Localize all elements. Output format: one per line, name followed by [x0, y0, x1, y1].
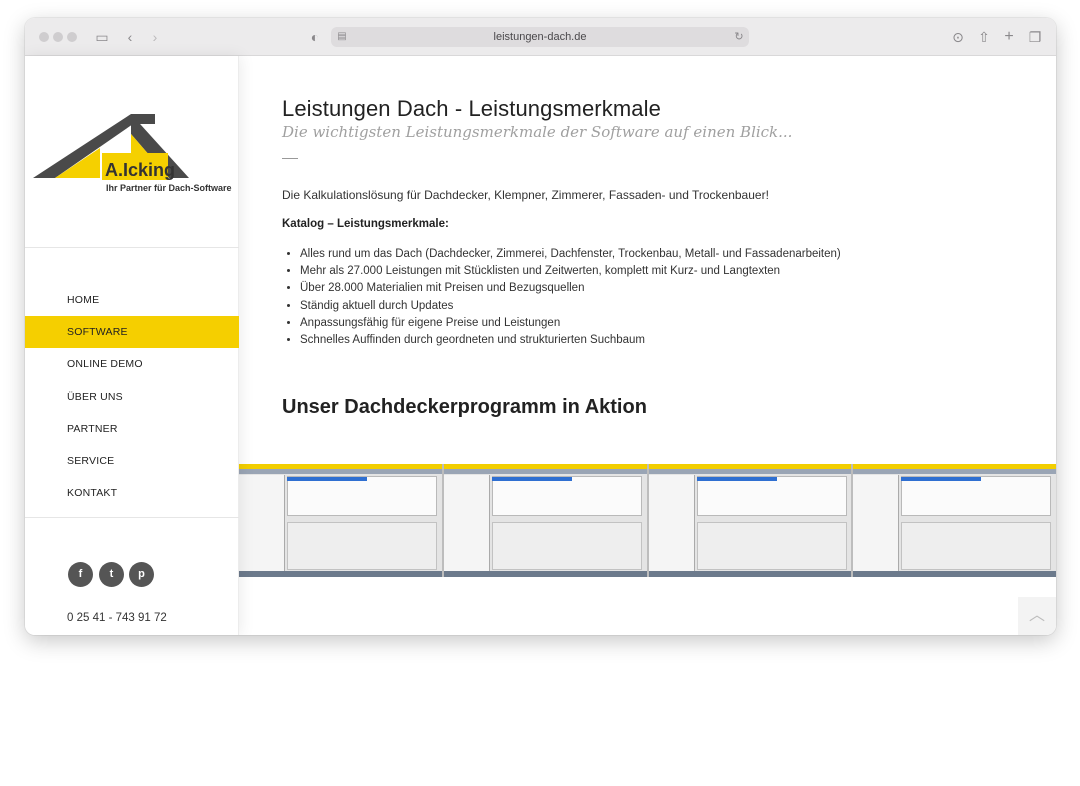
chevron-up-icon: ︿: [1028, 607, 1045, 624]
software-screenshot[interactable]: [443, 464, 649, 577]
close-window-button[interactable]: [39, 32, 49, 42]
nav-item-ueber-uns[interactable]: ÜBER UNS: [25, 381, 239, 413]
nav-item-home[interactable]: HOME: [25, 284, 239, 316]
privacy-shield-icon[interactable]: ◐: [307, 29, 323, 45]
sidebar-toggle-icon[interactable]: ▭: [94, 29, 110, 45]
nav-item-service[interactable]: SERVICE: [25, 445, 239, 477]
title-divider: [282, 158, 298, 159]
reload-icon[interactable]: ↻: [731, 29, 747, 45]
nav-item-kontakt[interactable]: KONTAKT: [25, 477, 239, 509]
nav-item-partner[interactable]: PARTNER: [25, 413, 239, 445]
browser-window: ▭ ‹ › ◐ ▤ leistungen-dach.de ↻ ⊙ ⇧ + ❐ A…: [25, 18, 1056, 635]
software-screenshot[interactable]: [239, 464, 444, 577]
company-logo[interactable]: A.Icking Ihr Partner für Dach-Software: [25, 56, 239, 248]
software-screenshot[interactable]: [853, 464, 1056, 577]
logo-tagline-text: Ihr Partner für Dach-Software: [106, 183, 232, 193]
nav-item-online-demo[interactable]: ONLINE DEMO: [25, 348, 239, 380]
download-icon[interactable]: ⊙: [950, 29, 966, 45]
software-screenshot[interactable]: [648, 464, 854, 577]
list-item: Ständig aktuell durch Updates: [300, 298, 841, 315]
tab-overview-icon[interactable]: ❐: [1027, 29, 1043, 45]
list-item: Schnelles Auffinden durch geordneten und…: [300, 332, 841, 349]
twitter-icon[interactable]: t: [99, 562, 124, 587]
list-item: Mehr als 27.000 Leistungen mit Stücklist…: [300, 263, 841, 280]
katalog-heading: Katalog – Leistungsmerkmale:: [282, 218, 449, 230]
browser-titlebar: ▭ ‹ › ◐ ▤ leistungen-dach.de ↻ ⊙ ⇧ + ❐: [25, 18, 1056, 56]
intro-text: Die Kalkulationslösung für Dachdecker, K…: [282, 188, 769, 202]
screenshot-gallery: [239, 464, 1056, 577]
back-to-top-button[interactable]: ︿: [1018, 597, 1056, 635]
list-item: Anpassungsfähig für eigene Preise und Le…: [300, 315, 841, 332]
pinterest-icon[interactable]: p: [129, 562, 154, 587]
logo-area: A.Icking Ihr Partner für Dach-Software: [25, 56, 239, 248]
page-title: Leistungen Dach - Leistungsmerkmale: [282, 96, 661, 121]
url-text: leistungen-dach.de: [493, 31, 587, 43]
forward-arrow-icon[interactable]: ›: [147, 29, 163, 45]
section-title: Unser Dachdeckerprogramm in Aktion: [282, 396, 647, 418]
feature-list: Alles rund um das Dach (Dachdecker, Zimm…: [300, 246, 841, 349]
minimize-window-button[interactable]: [53, 32, 63, 42]
logo-brand-text: A.Icking: [105, 160, 175, 180]
share-icon[interactable]: ⇧: [976, 29, 992, 45]
facebook-icon[interactable]: f: [68, 562, 93, 587]
back-arrow-icon[interactable]: ‹: [122, 29, 138, 45]
zoom-window-button[interactable]: [67, 32, 77, 42]
phone-number[interactable]: 0 25 41 - 743 91 72: [67, 612, 167, 624]
page-subtitle: Die wichtigsten Leistungsmerkmale der So…: [282, 123, 793, 141]
list-item: Alles rund um das Dach (Dachdecker, Zimm…: [300, 246, 841, 263]
new-tab-icon[interactable]: +: [1001, 29, 1017, 45]
main-navigation: HOME SOFTWARE ONLINE DEMO ÜBER UNS PARTN…: [25, 284, 239, 509]
sidebar: A.Icking Ihr Partner für Dach-Software H…: [25, 56, 239, 635]
list-item: Über 28.000 Materialien mit Preisen und …: [300, 280, 841, 297]
nav-item-software[interactable]: SOFTWARE: [25, 316, 239, 349]
main-content: Leistungen Dach - Leistungsmerkmale Die …: [239, 56, 1056, 635]
sidebar-divider: [25, 517, 239, 518]
address-bar[interactable]: ▤ leistungen-dach.de ↻: [331, 27, 749, 47]
